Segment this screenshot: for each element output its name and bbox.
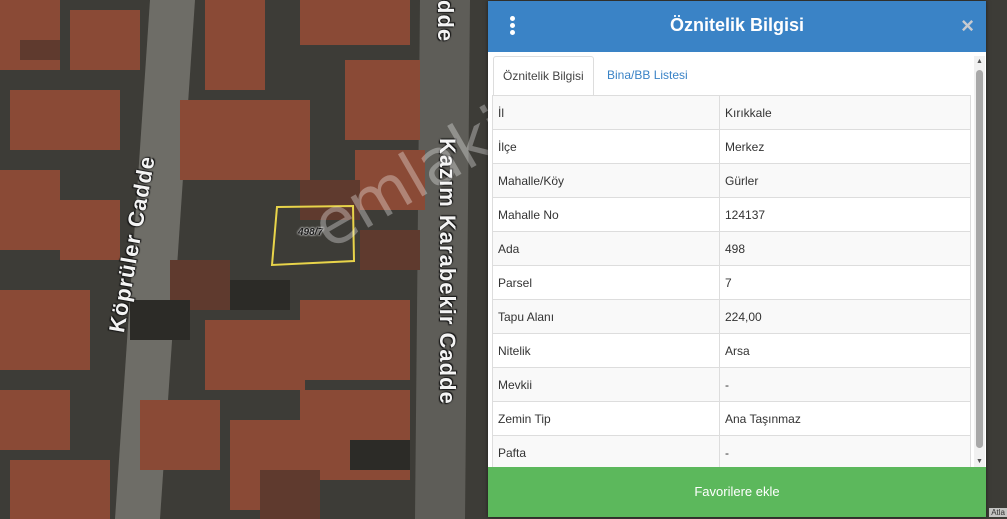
row-value: Ana Taşınmaz <box>719 401 971 436</box>
table-row: Mahalle/Köy Gürler <box>492 163 971 198</box>
panel-header: Öznitelik Bilgisi × <box>488 1 986 52</box>
row-value: - <box>719 367 971 402</box>
table-row: İlçe Merkez <box>492 129 971 164</box>
screen: Köprüler Cadde Kazım Karabekir Cadde dde… <box>0 0 1007 519</box>
row-value: 224,00 <box>719 299 971 334</box>
row-value: Kırıkkale <box>719 95 971 130</box>
scroll-up-arrow-icon[interactable]: ▲ <box>974 56 985 67</box>
row-key: Tapu Alanı <box>492 299 720 334</box>
table-row: Mahalle No 124137 <box>492 197 971 232</box>
table-row: Tapu Alanı 224,00 <box>492 299 971 334</box>
tab-attribute-info[interactable]: Öznitelik Bilgisi <box>493 56 594 96</box>
table-row: Pafta - <box>492 435 971 467</box>
scroll-down-arrow-icon[interactable]: ▼ <box>974 456 985 467</box>
row-key: Zemin Tip <box>492 401 720 436</box>
panel-title: Öznitelik Bilgisi <box>669 15 805 35</box>
row-value: Merkez <box>719 129 971 164</box>
street-label-top: dde <box>433 0 458 43</box>
row-key: Pafta <box>492 435 720 467</box>
row-value: Arsa <box>719 333 971 368</box>
attribute-table: İl Kırıkkale İlçe Merkez Mahalle/Köy Gürler… <box>492 95 971 467</box>
row-value: 124137 <box>719 197 971 232</box>
tab-bar: Öznitelik Bilgisi Bina/BB Listesi <box>493 56 971 96</box>
table-row: Parsel 7 <box>492 265 971 300</box>
row-value: - <box>719 435 971 467</box>
attribute-table-container[interactable]: İl Kırıkkale İlçe Merkez Mahalle/Köy Gürler… <box>492 95 971 467</box>
table-row: Mevkii - <box>492 367 971 402</box>
table-row: Ada 498 <box>492 231 971 266</box>
row-value: 7 <box>719 265 971 300</box>
row-key: Mahalle/Köy <box>492 163 720 198</box>
row-value: Gürler <box>719 163 971 198</box>
row-value: 498 <box>719 231 971 266</box>
vertical-scrollbar[interactable]: ▲ ▼ <box>974 56 985 467</box>
row-key: İlçe <box>492 129 720 164</box>
add-to-favorites-button[interactable]: Favorilere ekle <box>488 467 986 517</box>
row-key: Ada <box>492 231 720 266</box>
row-key: Mahalle No <box>492 197 720 232</box>
tab-building-list[interactable]: Bina/BB Listesi <box>598 56 697 94</box>
parcel-label[interactable]: 498/7 <box>298 227 323 238</box>
map-attribution[interactable]: Atla <box>989 508 1007 517</box>
table-row: Nitelik Arsa <box>492 333 971 368</box>
close-button[interactable]: × <box>961 13 974 39</box>
row-key: İl <box>492 95 720 130</box>
row-key: Mevkii <box>492 367 720 402</box>
table-row: Zemin Tip Ana Taşınmaz <box>492 401 971 436</box>
table-row: İl Kırıkkale <box>492 95 971 130</box>
row-key: Nitelik <box>492 333 720 368</box>
row-key: Parsel <box>492 265 720 300</box>
attribute-panel: Öznitelik Bilgisi × Öznitelik Bilgisi Bi… <box>488 1 986 517</box>
street-label-kazim-karabekir: Kazım Karabekir Cadde <box>435 138 460 405</box>
scrollbar-thumb[interactable] <box>976 70 983 448</box>
